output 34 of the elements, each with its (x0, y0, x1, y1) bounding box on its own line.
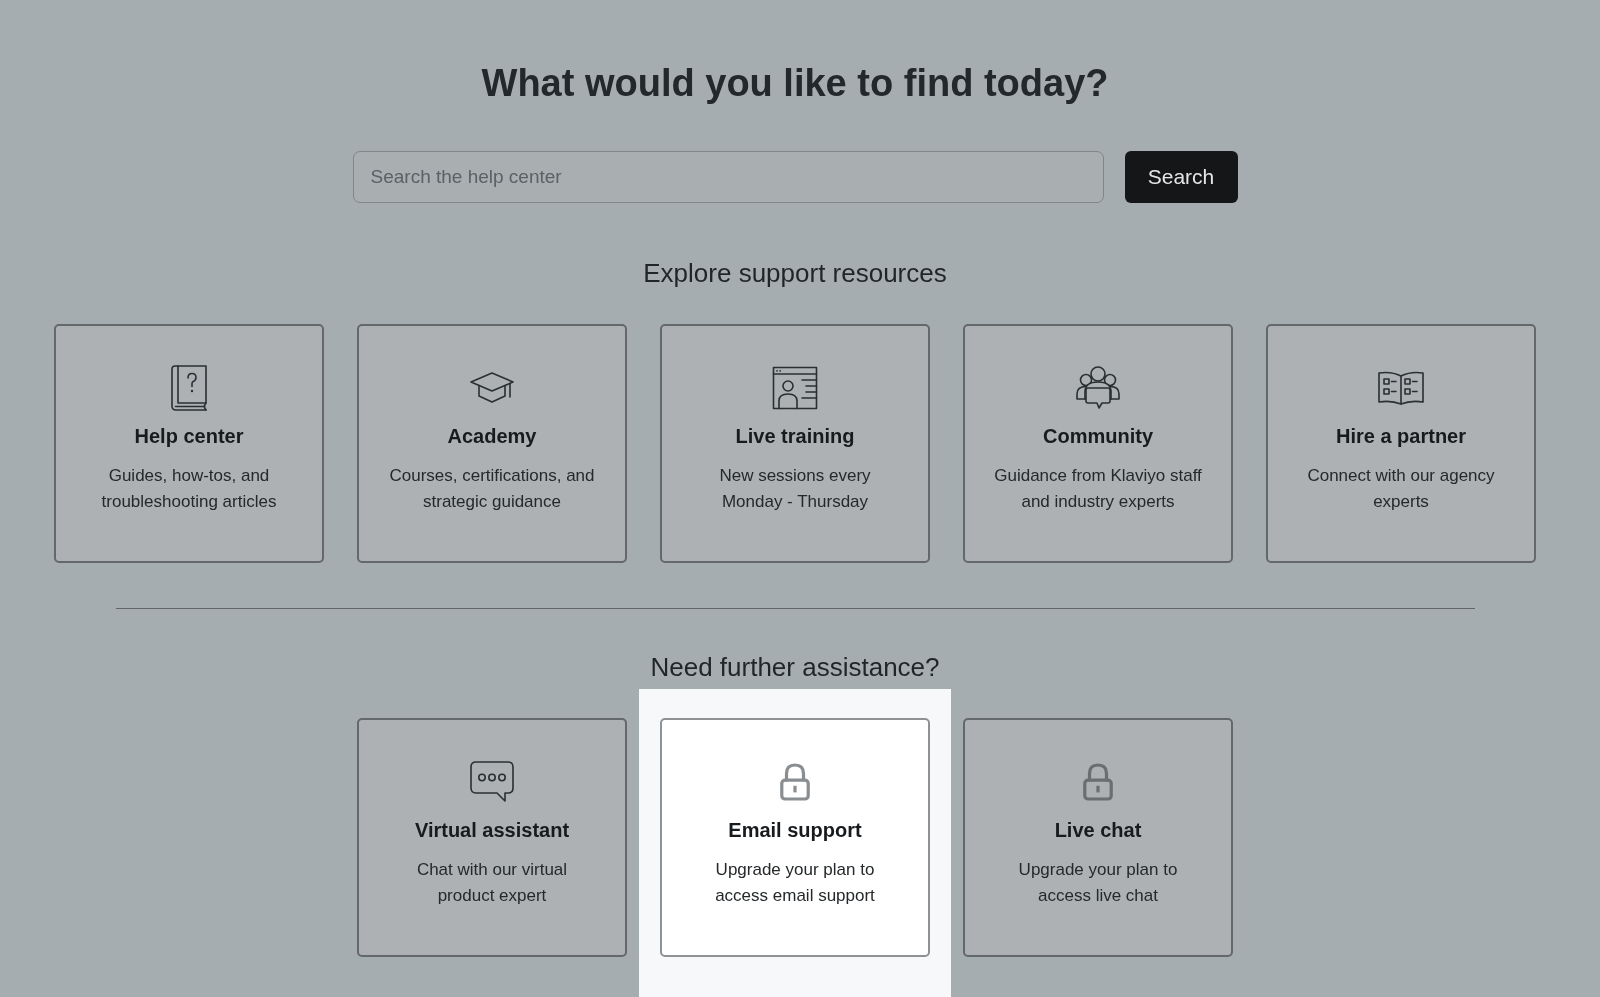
card-title: Academy (446, 424, 538, 448)
card-description: New sessions every Monday - Thursday (718, 465, 872, 513)
resource-card[interactable]: Help center Guides, how-tos, and troubleshooting articles (54, 324, 324, 563)
resource-card[interactable]: Academy Courses, certifications, and strategic guidance (357, 324, 627, 563)
resource-card[interactable]: Email support Upgrade your plan to access email support (660, 718, 930, 957)
card-description: Connect with our agency experts (1306, 465, 1496, 513)
resource-card[interactable]: Live chat Upgrade your plan to access live chat (963, 718, 1233, 957)
resource-card[interactable]: Virtual assistant Chat with our virtual product expert (357, 718, 627, 957)
card-description: Chat with our virtual product expert (415, 859, 569, 907)
card-title: Live training (734, 424, 856, 448)
resource-card[interactable]: Live training New sessions every Monday - Thursday (660, 324, 930, 563)
search-field[interactable]: Search the help center (352, 151, 1104, 203)
card-description: Guidance from Klaviyo staff and industry experts (993, 465, 1203, 513)
card-title: Hire a partner (1334, 424, 1468, 448)
card-title: Email support (727, 818, 863, 842)
book-question-icon (169, 364, 209, 412)
people-speech-bubble-icon (1075, 365, 1121, 411)
card-title: Live chat (1053, 818, 1143, 842)
web-page-person-icon (772, 366, 818, 410)
card-description: Guides, how-tos, and troubleshooting articles (100, 465, 278, 513)
section-heading: Explore support resources (643, 257, 947, 289)
resource-card[interactable]: Hire a partner Connect with our agency experts (1266, 324, 1536, 563)
card-description: Upgrade your plan to access live chat (1017, 859, 1179, 907)
card-description: Upgrade your plan to access email support (714, 859, 876, 907)
resource-card[interactable]: Community Guidance from Klaviyo staff and industry experts (963, 324, 1233, 563)
card-title: Community (1042, 424, 1154, 448)
card-title: Virtual assistant (413, 818, 571, 842)
card-title: Help center (133, 424, 245, 448)
graduation-cap-icon (469, 370, 515, 406)
section-heading: Need further assistance? (650, 651, 940, 683)
search-button[interactable]: Search (1124, 151, 1238, 203)
page-title: What would you like to find today? (481, 61, 1109, 106)
card-description: Courses, certifications, and strategic guidance (388, 465, 596, 513)
open-brochure-icon (1377, 370, 1425, 406)
